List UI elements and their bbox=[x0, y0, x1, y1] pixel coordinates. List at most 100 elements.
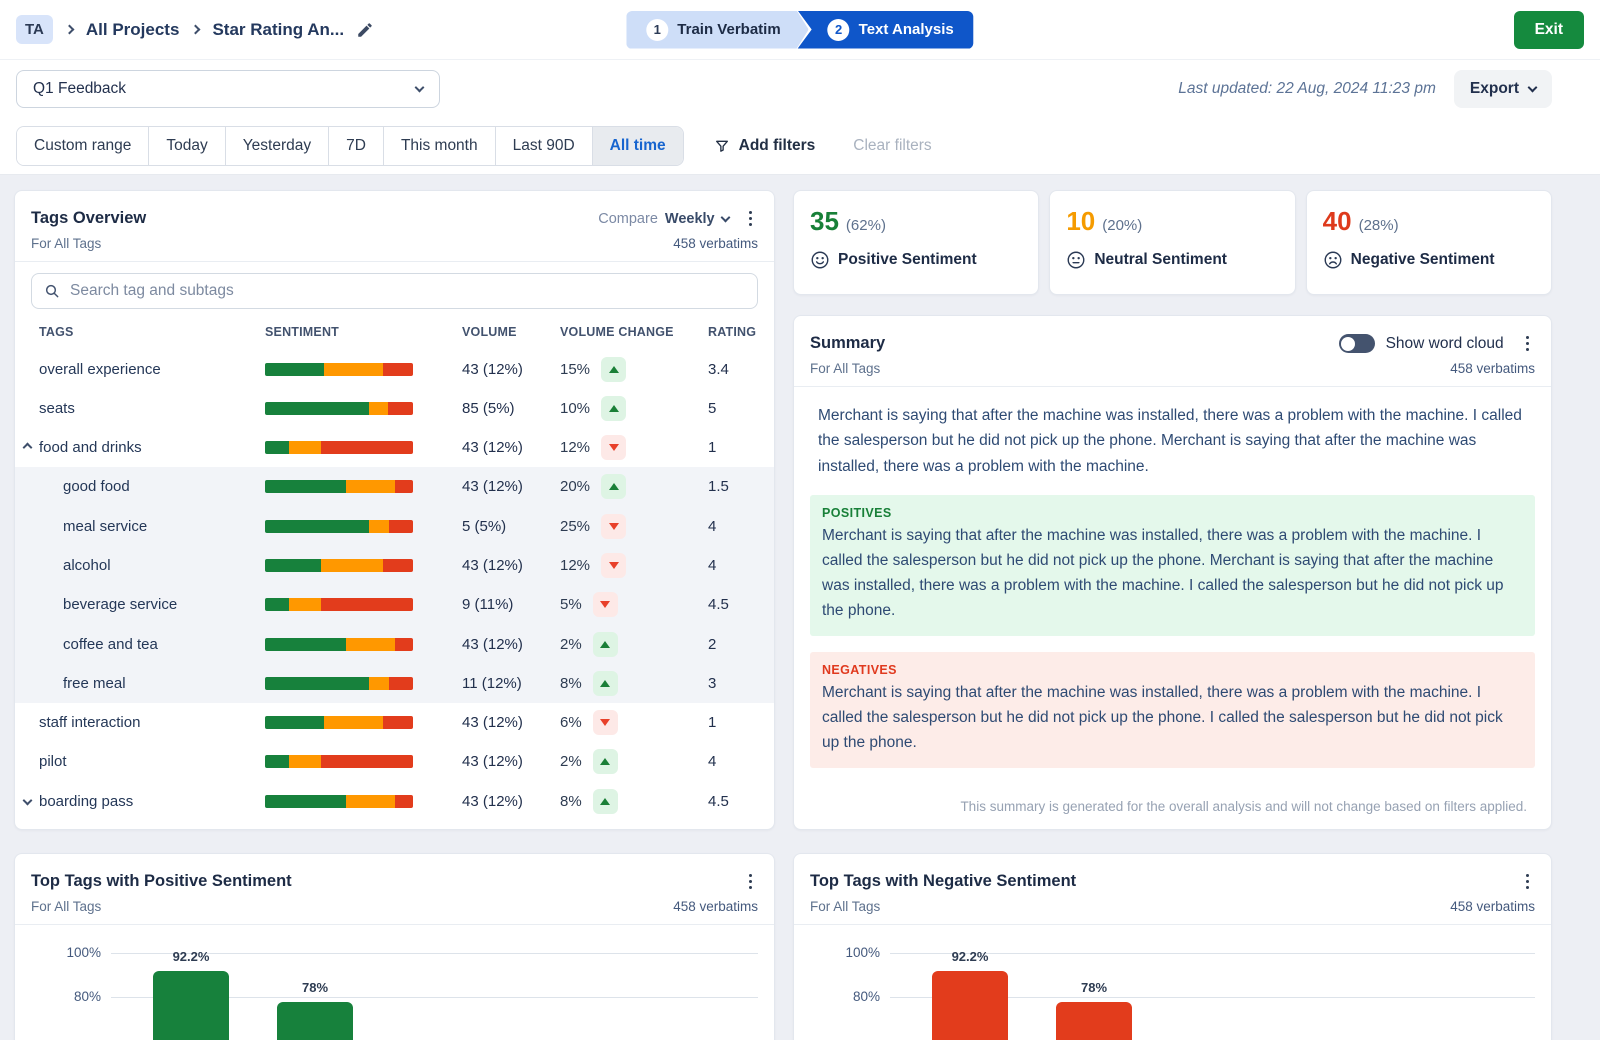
add-filters-button[interactable]: Add filters bbox=[714, 137, 816, 155]
compare-select[interactable]: Compare Weekly bbox=[598, 211, 728, 227]
chart-title: Top Tags with Negative Sentiment bbox=[810, 872, 1520, 891]
chart-bar[interactable]: 78% bbox=[1056, 1002, 1132, 1040]
summary-title: Summary bbox=[810, 334, 1339, 353]
volume-change-value: 15% bbox=[560, 361, 590, 378]
triangle-down-icon bbox=[600, 719, 610, 726]
expand-chevron-icon[interactable] bbox=[23, 796, 33, 806]
sentiment-bar bbox=[265, 520, 413, 533]
chart-bar[interactable]: 78% bbox=[277, 1002, 353, 1040]
neutral-sentiment-card: 10 (20%) Neutral Sentiment bbox=[1049, 190, 1295, 295]
range-today[interactable]: Today bbox=[148, 127, 224, 165]
bar-value-label: 92.2% bbox=[912, 949, 1028, 964]
edit-title-icon[interactable] bbox=[356, 21, 374, 39]
tag-label: overall experience bbox=[39, 361, 265, 378]
trend-up-chip bbox=[593, 789, 618, 814]
dataset-select[interactable]: Q1 Feedback bbox=[16, 70, 440, 108]
tag-label: free meal bbox=[39, 675, 265, 692]
trend-down-chip bbox=[601, 514, 626, 539]
negatives-text: Merchant is saying that after the machin… bbox=[822, 680, 1523, 755]
word-cloud-toggle-label: Show word cloud bbox=[1386, 335, 1504, 353]
table-row[interactable]: seats 85 (5%) 10% 5 bbox=[15, 389, 774, 428]
triangle-up-icon bbox=[609, 483, 619, 490]
range-last-90d[interactable]: Last 90D bbox=[495, 127, 592, 165]
table-row[interactable]: pilot 43 (12%) 2% 4 bbox=[15, 742, 774, 781]
exit-button[interactable]: Exit bbox=[1514, 11, 1584, 49]
volume-change-value: 8% bbox=[560, 675, 582, 692]
tag-label: good food bbox=[39, 478, 265, 495]
more-options-icon[interactable] bbox=[1520, 870, 1535, 893]
range-custom-range[interactable]: Custom range bbox=[17, 127, 148, 165]
sentiment-bar bbox=[265, 795, 413, 808]
more-options-icon[interactable] bbox=[743, 207, 758, 230]
col-rating: RATING bbox=[708, 325, 768, 339]
neutral-count: 10 bbox=[1066, 206, 1095, 237]
volume-value: 43 (12%) bbox=[462, 439, 560, 456]
table-row[interactable]: overall experience 43 (12%) 15% 3.4 bbox=[15, 349, 774, 388]
range-7d[interactable]: 7D bbox=[328, 127, 383, 165]
neutral-sentiment-label: Neutral Sentiment bbox=[1094, 251, 1227, 269]
collapse-chevron-icon[interactable] bbox=[23, 442, 33, 452]
volume-change-value: 25% bbox=[560, 518, 590, 535]
volume-value: 43 (12%) bbox=[462, 361, 560, 378]
export-label: Export bbox=[1470, 80, 1519, 98]
scope-label: For All Tags bbox=[31, 899, 101, 914]
trend-up-chip bbox=[593, 671, 618, 696]
volume-value: 43 (12%) bbox=[462, 793, 560, 810]
verbatims-count: 458 verbatims bbox=[673, 899, 758, 914]
range-this-month[interactable]: This month bbox=[383, 127, 495, 165]
table-row[interactable]: coffee and tea 43 (12%) 2% 2 bbox=[15, 624, 774, 663]
search-icon bbox=[44, 283, 60, 299]
triangle-up-icon bbox=[609, 405, 619, 412]
table-row[interactable]: beverage service 9 (11%) 5% 4.5 bbox=[15, 585, 774, 624]
more-options-icon[interactable] bbox=[1520, 332, 1535, 355]
sentiment-bar bbox=[265, 480, 413, 493]
search-input[interactable] bbox=[31, 273, 758, 309]
top-negative-tags-card: Top Tags with Negative Sentiment For All… bbox=[793, 853, 1552, 1040]
table-row[interactable]: boarding pass 43 (12%) 8% 4.5 bbox=[15, 782, 774, 821]
volume-value: 43 (12%) bbox=[462, 478, 560, 495]
col-tags: TAGS bbox=[39, 325, 265, 339]
tag-label: pilot bbox=[39, 753, 265, 770]
step-train-verbatim[interactable]: 1 Train Verbatim bbox=[626, 11, 808, 49]
step-text-analysis[interactable]: 2 Text Analysis bbox=[798, 11, 974, 49]
tag-label: coffee and tea bbox=[39, 636, 265, 653]
table-row[interactable]: meal service 5 (5%) 25% 4 bbox=[15, 507, 774, 546]
clear-filters-button[interactable]: Clear filters bbox=[853, 137, 931, 155]
summary-card: Summary Show word cloud For All Tags 458… bbox=[793, 315, 1552, 830]
export-button[interactable]: Export bbox=[1454, 70, 1552, 108]
rating-value: 1 bbox=[708, 714, 768, 731]
trend-down-chip bbox=[601, 553, 626, 578]
right-column: 35 (62%) Positive Sentiment 10 (20%) Neu… bbox=[793, 190, 1552, 1040]
sentiment-bar bbox=[265, 677, 413, 690]
positive-percent: (62%) bbox=[846, 217, 886, 234]
table-row[interactable]: alcohol 43 (12%) 12% 4 bbox=[15, 546, 774, 585]
table-row[interactable]: good food 43 (12%) 20% 1.5 bbox=[15, 467, 774, 506]
more-options-icon[interactable] bbox=[743, 870, 758, 893]
volume-value: 43 (12%) bbox=[462, 714, 560, 731]
range-all-time[interactable]: All time bbox=[592, 127, 683, 165]
toggle-off-icon[interactable] bbox=[1339, 334, 1375, 353]
chart-bar[interactable]: 92.2% bbox=[932, 971, 1008, 1040]
range-yesterday[interactable]: Yesterday bbox=[225, 127, 328, 165]
table-row[interactable]: free meal 11 (12%) 8% 3 bbox=[15, 664, 774, 703]
table-header: TAGS SENTIMENT VOLUME VOLUME CHANGE RATI… bbox=[15, 315, 774, 349]
triangle-down-icon bbox=[609, 523, 619, 530]
volume-change-value: 2% bbox=[560, 636, 582, 653]
tag-label: alcohol bbox=[39, 557, 265, 574]
trend-up-chip bbox=[601, 474, 626, 499]
table-row[interactable]: staff interaction 43 (12%) 6% 1 bbox=[15, 703, 774, 742]
table-row[interactable]: food and drinks 43 (12%) 12% 1 bbox=[15, 428, 774, 467]
app-bar: TA All Projects Star Rating An... 1 Trai… bbox=[0, 0, 1600, 60]
chart-bar[interactable]: 92.2% bbox=[153, 971, 229, 1040]
word-cloud-toggle[interactable]: Show word cloud bbox=[1339, 334, 1504, 353]
filter-bar: Custom range Today Yesterday 7D This mon… bbox=[0, 118, 1600, 175]
rating-value: 4.5 bbox=[708, 793, 768, 810]
negatives-label: NEGATIVES bbox=[822, 663, 1523, 677]
positive-sentiment-card: 35 (62%) Positive Sentiment bbox=[793, 190, 1039, 295]
negative-count: 40 bbox=[1323, 206, 1352, 237]
step-label: Text Analysis bbox=[859, 21, 954, 38]
sentiment-bar bbox=[265, 402, 413, 415]
rating-value: 1.5 bbox=[708, 478, 768, 495]
smile-face-icon bbox=[810, 250, 830, 270]
breadcrumb-all-projects[interactable]: All Projects bbox=[86, 20, 180, 40]
